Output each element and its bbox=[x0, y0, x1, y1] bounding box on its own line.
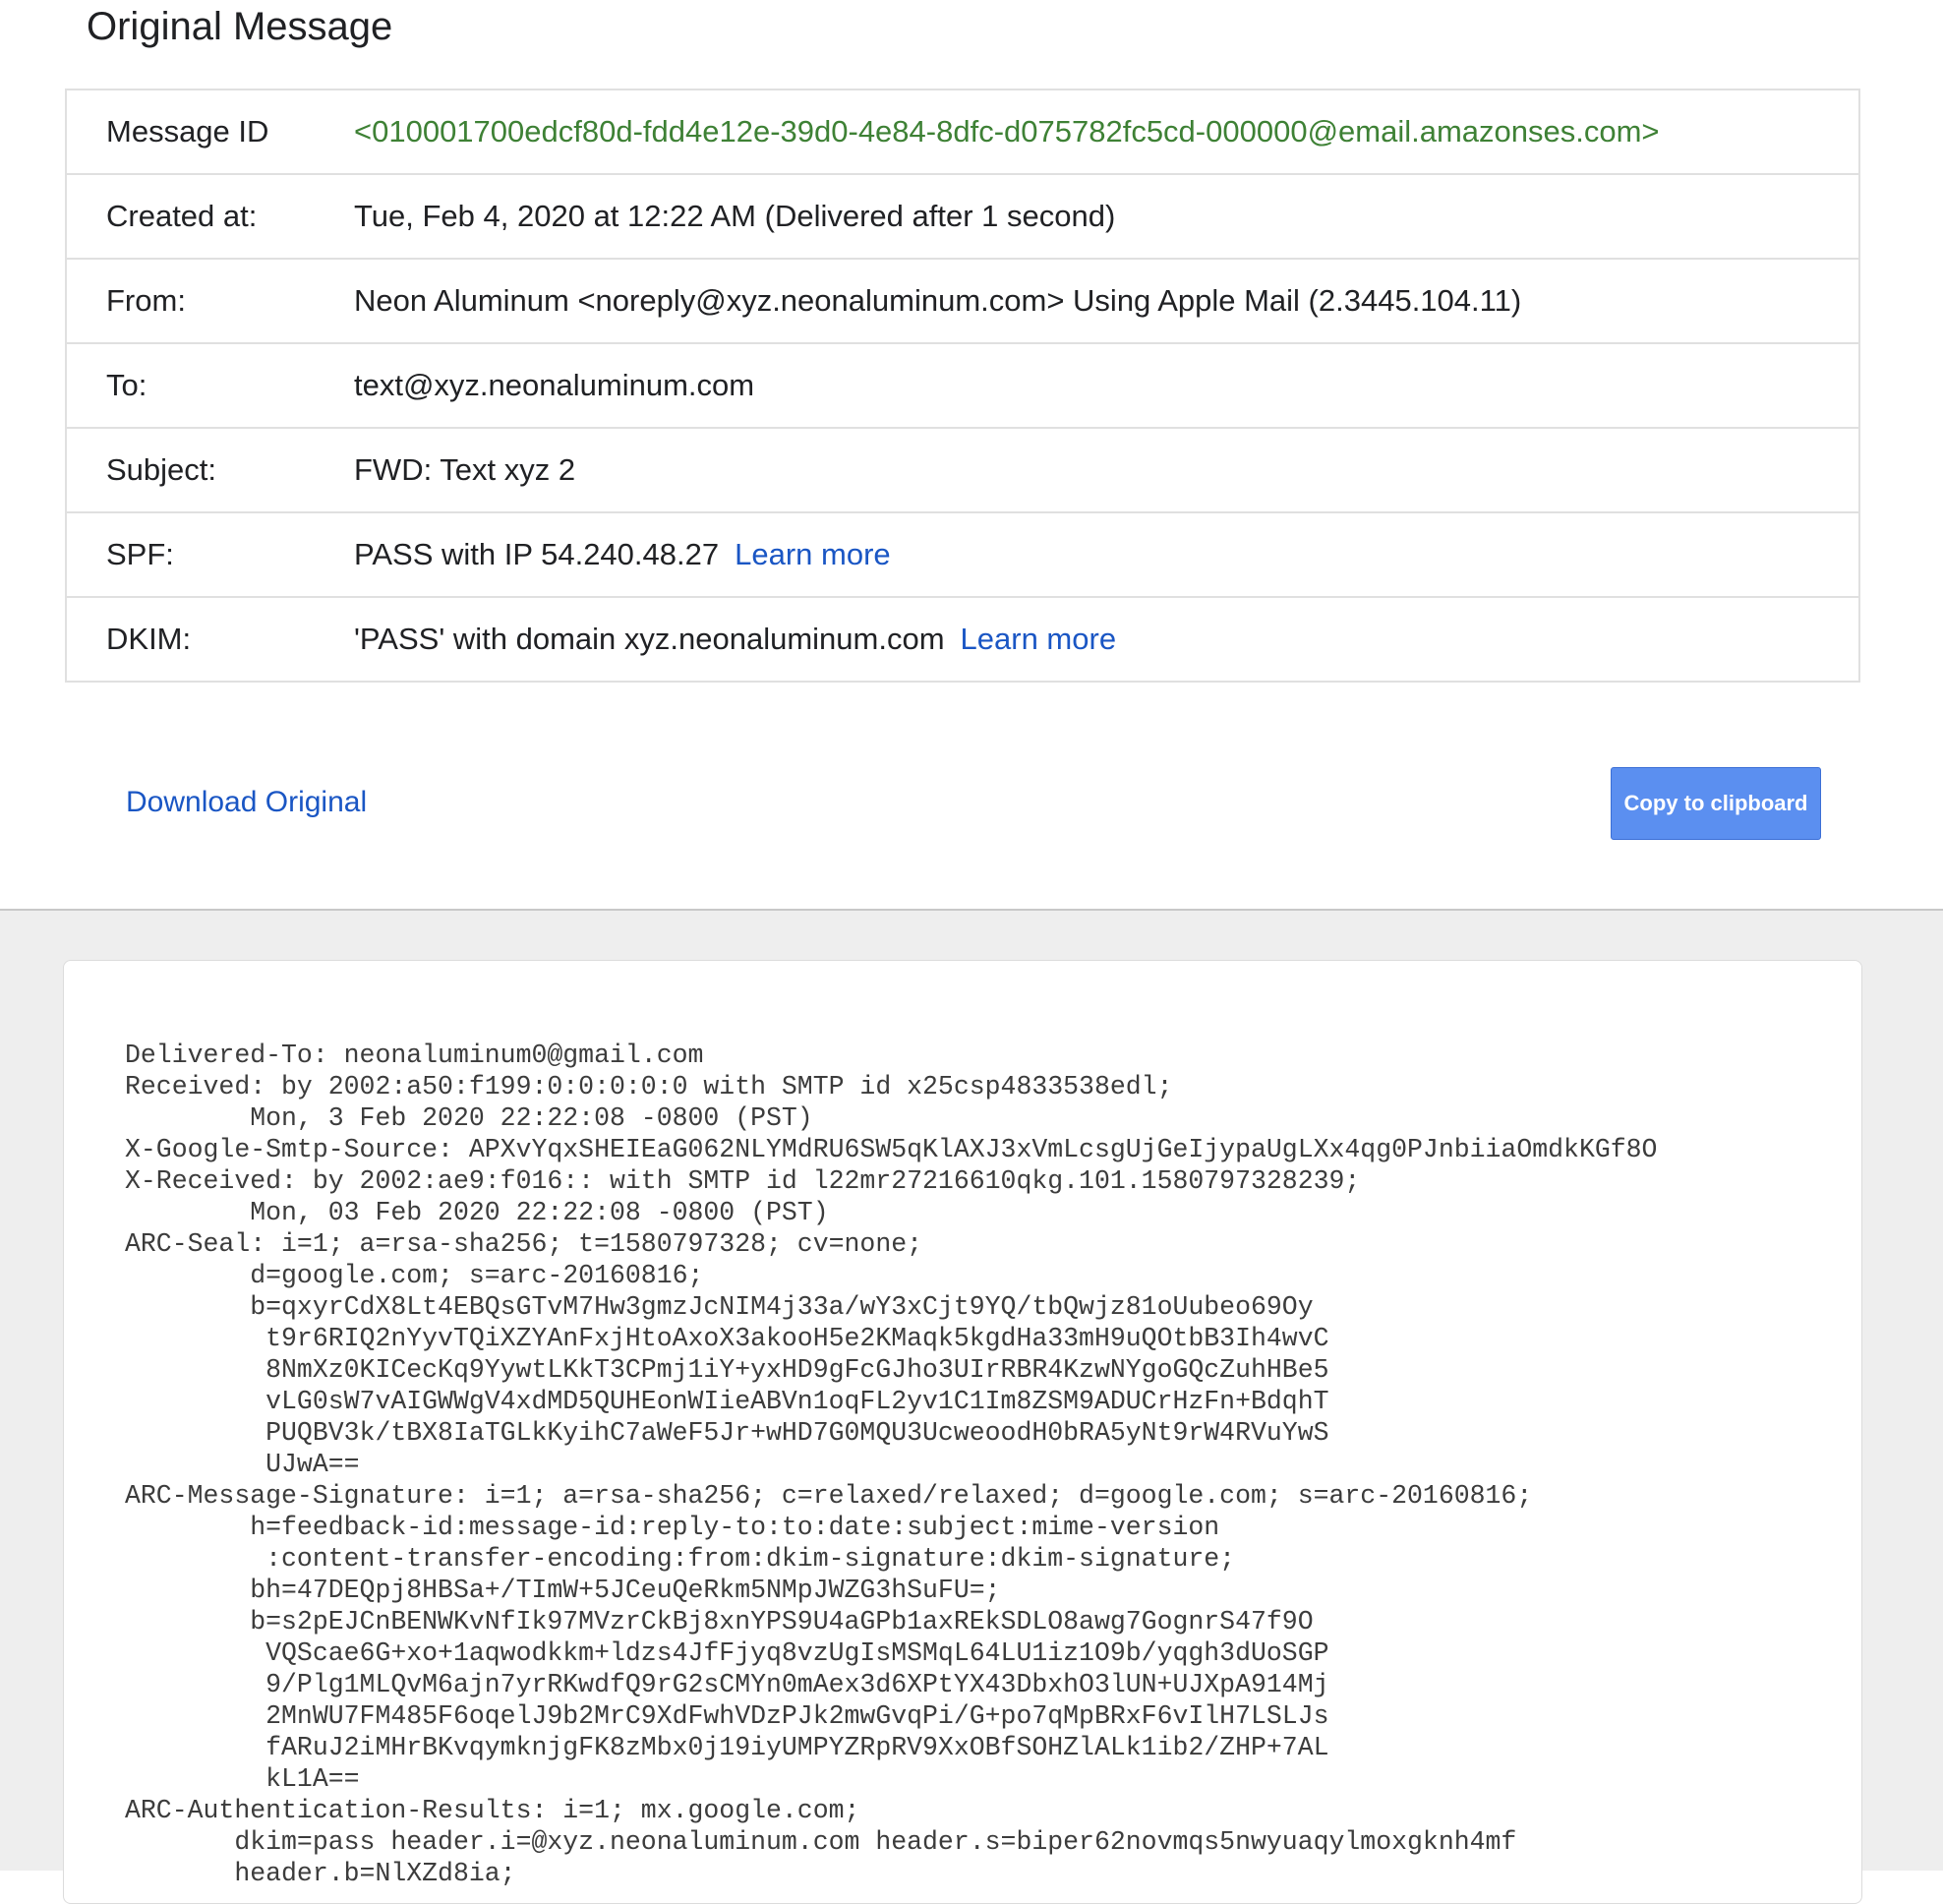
page-title: Original Message bbox=[87, 5, 393, 48]
to-value: text@xyz.neonaluminum.com bbox=[354, 368, 755, 402]
copy-to-clipboard-button[interactable]: Copy to clipboard bbox=[1611, 767, 1821, 840]
dkim-value: 'PASS' with domain xyz.neonaluminum.com bbox=[354, 622, 945, 656]
row-to: To: text@xyz.neonaluminum.com bbox=[67, 344, 1858, 429]
subject-value: FWD: Text xyz 2 bbox=[354, 452, 576, 487]
download-original-link[interactable]: Download Original bbox=[126, 783, 367, 822]
row-subject: Subject: FWD: Text xyz 2 bbox=[67, 429, 1858, 513]
message-summary-section: Original Message Message ID <010001700ed… bbox=[0, 0, 1943, 911]
created-at-label: Created at: bbox=[106, 199, 258, 233]
spf-learn-more-link[interactable]: Learn more bbox=[735, 537, 891, 571]
created-at-value: Tue, Feb 4, 2020 at 12:22 AM (Delivered … bbox=[354, 199, 1116, 233]
row-created-at: Created at: Tue, Feb 4, 2020 at 12:22 AM… bbox=[67, 175, 1858, 260]
row-from: From: Neon Aluminum <noreply@xyz.neonalu… bbox=[67, 260, 1858, 344]
message-id-value: <010001700edcf80d-fdd4e12e-39d0-4e84-8df… bbox=[354, 114, 1660, 149]
spf-value-container: PASS with IP 54.240.48.27 Learn more bbox=[354, 513, 891, 596]
subject-label: Subject: bbox=[106, 452, 217, 487]
row-dkim: DKIM: 'PASS' with domain xyz.neonaluminu… bbox=[67, 598, 1858, 681]
message-details-table: Message ID <010001700edcf80d-fdd4e12e-39… bbox=[65, 89, 1860, 683]
dkim-value-container: 'PASS' with domain xyz.neonaluminum.com L… bbox=[354, 598, 1116, 681]
raw-message-section: Delivered-To: neonaluminum0@gmail.com Re… bbox=[0, 911, 1943, 1904]
message-id-label: Message ID bbox=[106, 114, 269, 149]
raw-message-source: Delivered-To: neonaluminum0@gmail.com Re… bbox=[125, 1041, 1658, 1888]
dkim-learn-more-link[interactable]: Learn more bbox=[961, 622, 1117, 656]
row-spf: SPF: PASS with IP 54.240.48.27 Learn more bbox=[67, 513, 1858, 598]
row-message-id: Message ID <010001700edcf80d-fdd4e12e-39… bbox=[67, 90, 1858, 175]
dkim-label: DKIM: bbox=[106, 622, 192, 656]
spf-value: PASS with IP 54.240.48.27 bbox=[354, 537, 720, 571]
raw-message-card: Delivered-To: neonaluminum0@gmail.com Re… bbox=[63, 960, 1862, 1904]
from-label: From: bbox=[106, 283, 186, 318]
from-value: Neon Aluminum <noreply@xyz.neonaluminum.… bbox=[354, 283, 1522, 318]
spf-label: SPF: bbox=[106, 537, 174, 571]
to-label: To: bbox=[106, 368, 147, 402]
